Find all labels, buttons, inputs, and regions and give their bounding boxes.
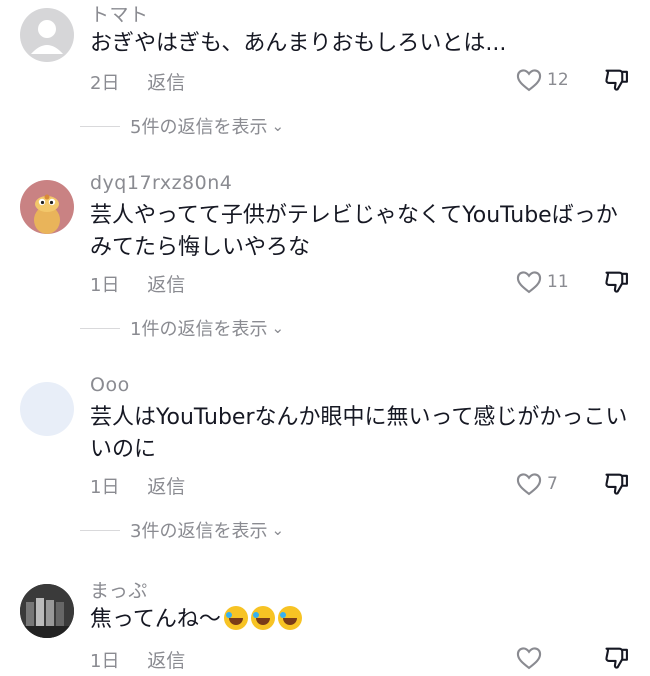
- reply-button[interactable]: 返信: [147, 650, 185, 672]
- heart-icon: [516, 473, 542, 496]
- view-replies-button[interactable]: 5件の返信を表示 ⌄: [80, 113, 284, 139]
- comment-date: 1日: [90, 275, 120, 296]
- comment-meta: 1日 返信: [90, 646, 185, 673]
- heart-icon: [516, 69, 542, 92]
- divider: [80, 529, 120, 531]
- avatar[interactable]: [20, 8, 74, 62]
- like-button[interactable]: 7: [515, 470, 558, 498]
- avatar[interactable]: [20, 382, 74, 436]
- like-count: 7: [547, 474, 558, 494]
- view-replies-label: 1件の返信を表示: [130, 319, 268, 340]
- view-replies-button[interactable]: 1件の返信を表示 ⌄: [80, 315, 284, 341]
- heart-icon: [516, 647, 542, 670]
- view-replies-label: 5件の返信を表示: [130, 117, 268, 138]
- comment-meta: 1日 返信: [90, 270, 185, 297]
- divider: [80, 125, 120, 127]
- like-button[interactable]: 11: [515, 268, 569, 296]
- dislike-button[interactable]: [603, 66, 631, 98]
- comment-date: 1日: [90, 477, 120, 498]
- dislike-button[interactable]: [603, 644, 631, 676]
- comment-text: 芸人やってて子供がテレビじゃなくてYouTubeばっかみてたら悔しいやろな: [90, 203, 618, 260]
- view-replies-button[interactable]: 3件の返信を表示 ⌄: [80, 517, 284, 543]
- chevron-down-icon: ⌄: [271, 319, 285, 337]
- thumbs-down-icon: [605, 473, 628, 495]
- comment-meta: 2日 返信: [90, 68, 185, 95]
- heart-icon: [516, 271, 542, 294]
- comment-text: 焦ってんね〜: [90, 604, 635, 636]
- comment-username[interactable]: トマト: [90, 0, 149, 27]
- thumbs-down-icon: [605, 271, 628, 293]
- comment-text-body: 焦ってんね〜: [90, 607, 221, 632]
- like-button[interactable]: 12: [515, 66, 569, 94]
- comment-text: おぎやはぎも、あんまりおもしろいとは...: [90, 31, 507, 56]
- laughing-emoji-icon: [277, 606, 302, 630]
- reply-button[interactable]: 返信: [147, 274, 185, 296]
- chevron-down-icon: ⌄: [271, 117, 285, 135]
- comment-username[interactable]: Ooo: [90, 374, 130, 396]
- group-photo-avatar: [20, 584, 74, 638]
- reply-button[interactable]: 返信: [147, 476, 185, 498]
- avatar[interactable]: [20, 180, 74, 234]
- like-count: 12: [547, 70, 569, 90]
- dislike-button[interactable]: [603, 268, 631, 300]
- comment-username[interactable]: dyq17rxz80n4: [90, 172, 232, 194]
- view-replies-label: 3件の返信を表示: [130, 521, 268, 542]
- character-avatar-icon: [34, 194, 60, 234]
- thumbs-down-icon: [605, 69, 628, 91]
- laughing-emoji-icon: [250, 606, 275, 630]
- dislike-button[interactable]: [603, 470, 631, 502]
- like-button[interactable]: [515, 644, 547, 672]
- default-user-icon: [31, 20, 63, 54]
- comment-username[interactable]: まっぷ: [90, 576, 148, 603]
- comment-date: 2日: [90, 73, 120, 94]
- comment-text: 芸人はYouTuberなんか眼中に無いって感じがかっこいいのに: [90, 405, 628, 462]
- avatar[interactable]: [20, 584, 74, 638]
- comment-meta: 1日 返信: [90, 472, 185, 499]
- reply-button[interactable]: 返信: [147, 72, 185, 94]
- chevron-down-icon: ⌄: [271, 521, 285, 539]
- comment-date: 1日: [90, 651, 120, 672]
- divider: [80, 327, 120, 329]
- like-count: 11: [547, 272, 569, 292]
- laughing-emoji-icon: [223, 606, 248, 630]
- thumbs-down-icon: [605, 647, 628, 669]
